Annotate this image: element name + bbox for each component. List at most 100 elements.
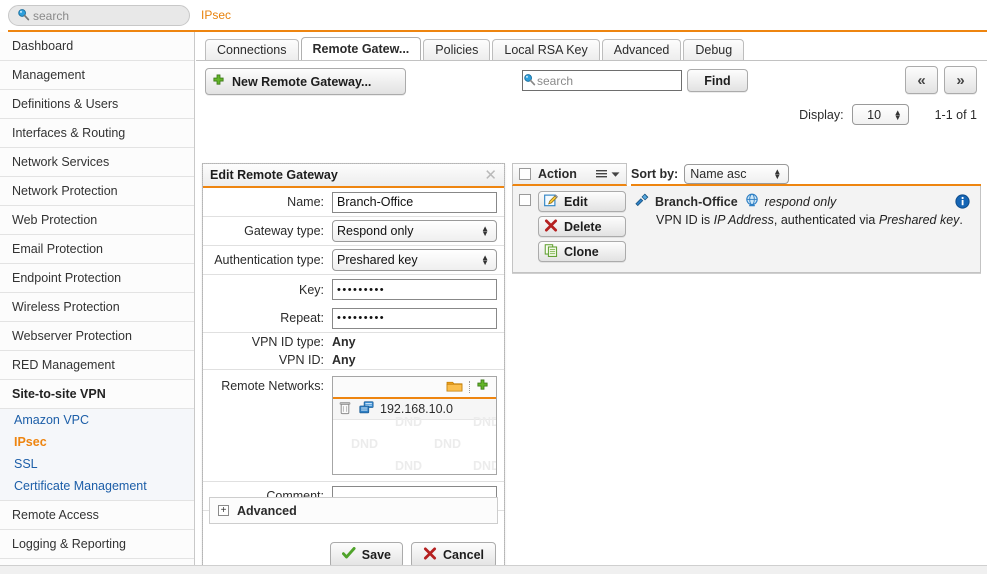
trash-icon[interactable] [339, 401, 351, 418]
sidebar-item-label: Network Protection [12, 184, 118, 198]
sidebar-item-label: Management [12, 68, 85, 82]
sidebar-item-network-protection[interactable]: Network Protection [0, 177, 194, 206]
toolbar-separator [469, 381, 470, 393]
sidebar-item-web-protection[interactable]: Web Protection [0, 206, 194, 235]
select-all-checkbox[interactable] [519, 168, 531, 180]
remote-networks-toolbar [333, 377, 496, 399]
tab-label: Debug [695, 43, 733, 57]
sidebar-item-label: Wireless Protection [12, 300, 120, 314]
sidebar-subgroup-site-to-site-vpn: Amazon VPC IPsec SSL Certificate Management [0, 409, 194, 501]
sidebar-item-email-protection[interactable]: Email Protection [0, 235, 194, 264]
top-bar: search IPsec [0, 0, 987, 32]
folder-icon[interactable] [446, 379, 463, 396]
advanced-section-toggle[interactable]: + Advanced [209, 497, 498, 524]
sidebar-subitem-ssl[interactable]: SSL [0, 453, 194, 475]
new-remote-gateway-button[interactable]: New Remote Gateway... [205, 68, 406, 95]
tab-remote-gatew[interactable]: Remote Gatew... [300, 37, 422, 61]
clone-label: Clone [564, 244, 599, 259]
auth-type-value: Preshared key [337, 253, 418, 267]
sidebar-item-label: Network Services [12, 155, 110, 169]
sidebar-item-remote-access[interactable]: Remote Access [0, 501, 194, 530]
field-row-vpn-id-type: VPN ID type: Any [203, 333, 504, 351]
globe-icon [745, 193, 759, 210]
field-row-name: Name: Branch-Office [203, 188, 504, 217]
sidebar-item-wireless-protection[interactable]: Wireless Protection [0, 293, 194, 322]
auth-type-select[interactable]: Preshared key ▲ ▼ [332, 249, 497, 271]
field-row-gateway-type: Gateway type: Respond only ▲ ▼ [203, 217, 504, 246]
edit-panel-title: Edit Remote Gateway [210, 168, 338, 182]
tab-advanced[interactable]: Advanced [601, 39, 682, 61]
sidebar-item-site-to-site-vpn[interactable]: Site-to-site VPN [0, 380, 194, 409]
prev-page-button[interactable]: « [905, 66, 938, 94]
sort-by-value: Name asc [690, 166, 747, 181]
list-header: Action Sort by: Name asc ▲ ▼ [512, 163, 981, 186]
tab-connections[interactable]: Connections [205, 39, 299, 61]
dnd-watermark: DND [395, 459, 423, 473]
edit-icon [544, 194, 558, 210]
delete-button[interactable]: Delete [538, 216, 626, 237]
action-menu-button[interactable] [596, 169, 620, 180]
dnd-watermark: DND [434, 437, 462, 451]
sidebar-subitem-label: Certificate Management [14, 479, 147, 493]
tab-policies[interactable]: Policies [423, 39, 491, 61]
x-icon [423, 547, 437, 563]
sidebar-subitem-ipsec[interactable]: IPsec [0, 431, 194, 453]
sidebar-item-dashboard[interactable]: Dashboard [0, 32, 194, 61]
sidebar-item-logging-reporting[interactable]: Logging & Reporting [0, 530, 194, 559]
list-menu-icon [596, 169, 607, 177]
sidebar-subitem-label: Amazon VPC [14, 413, 90, 427]
sort-by-select[interactable]: Name asc ▲ ▼ [684, 163, 790, 184]
remote-network-list-item[interactable]: 192.168.10.0 [333, 399, 496, 420]
search-icon [17, 8, 30, 24]
sidebar-item-webserver-protection[interactable]: Webserver Protection [0, 322, 194, 351]
sidebar-item-label: Endpoint Protection [12, 271, 122, 285]
row-info-column: Branch-Office respond only VPN ID is IP … [628, 186, 980, 272]
sidebar-item-label: Email Protection [12, 242, 104, 256]
find-button[interactable]: Find [687, 69, 748, 92]
repeat-input[interactable]: ••••••••• [332, 307, 497, 329]
tab-bar: Connections Remote Gatew... Policies Local … [205, 37, 746, 61]
next-page-button[interactable]: » [944, 66, 977, 94]
name-input[interactable]: Branch-Office [332, 191, 497, 213]
key-value: ••••••••• [337, 283, 386, 296]
row-action-buttons: Edit Delete Clone [538, 191, 626, 266]
vpn-id-type-value: Any [332, 335, 356, 349]
global-search-input[interactable]: search [8, 5, 190, 26]
desc-em-vpn-id: IP Address [713, 213, 774, 227]
plus-icon[interactable] [476, 379, 489, 395]
sidebar-item-label: Definitions & Users [12, 97, 119, 111]
remote-networks-dropzone[interactable]: 192.168.10.0 DND DND DND DND DND DND [332, 376, 497, 475]
field-row-auth-type: Authentication type: Preshared key ▲ ▼ [203, 246, 504, 275]
sidebar-item-endpoint-protection[interactable]: Endpoint Protection [0, 264, 194, 293]
list-header-sort: Sort by: Name asc ▲ ▼ [631, 163, 981, 186]
clone-button[interactable]: Clone [538, 241, 626, 262]
edit-label: Edit [564, 194, 588, 209]
list-search-input[interactable]: search [522, 70, 682, 91]
sidebar-subitem-amazon-vpc[interactable]: Amazon VPC [0, 409, 194, 431]
sidebar-item-management[interactable]: Management [0, 61, 194, 90]
search-icon [523, 73, 536, 89]
vpn-id-type-label: VPN ID type: [251, 335, 324, 349]
sidebar-item-red-management[interactable]: RED Management [0, 351, 194, 380]
sidebar-subitem-label: SSL [14, 457, 38, 471]
key-label: Key: [298, 282, 324, 297]
sidebar-subitem-certificate-management[interactable]: Certificate Management [0, 475, 194, 497]
key-input[interactable]: ••••••••• [332, 279, 497, 300]
sidebar-item-network-services[interactable]: Network Services [0, 148, 194, 177]
tab-local-rsa-key[interactable]: Local RSA Key [492, 39, 600, 61]
info-icon[interactable] [955, 194, 970, 212]
repeat-label: Repeat: [280, 311, 324, 325]
display-count-row: Display: 10 ▲ ▼ 1-1 of 1 [799, 104, 977, 125]
gateway-type-select[interactable]: Respond only ▲ ▼ [332, 220, 497, 242]
row-action-column: Edit Delete Clone [513, 186, 628, 272]
check-icon [341, 547, 356, 563]
close-icon[interactable]: ✕ [484, 166, 497, 184]
sidebar: Dashboard Management Definitions & Users In… [0, 32, 195, 574]
desc-suffix: . [959, 213, 963, 227]
row-checkbox[interactable] [519, 194, 531, 206]
edit-button[interactable]: Edit [538, 191, 626, 212]
display-count-stepper[interactable]: 10 ▲ ▼ [851, 104, 909, 125]
sidebar-item-definitions-users[interactable]: Definitions & Users [0, 90, 194, 119]
sidebar-item-interfaces-routing[interactable]: Interfaces & Routing [0, 119, 194, 148]
tab-debug[interactable]: Debug [683, 39, 745, 61]
